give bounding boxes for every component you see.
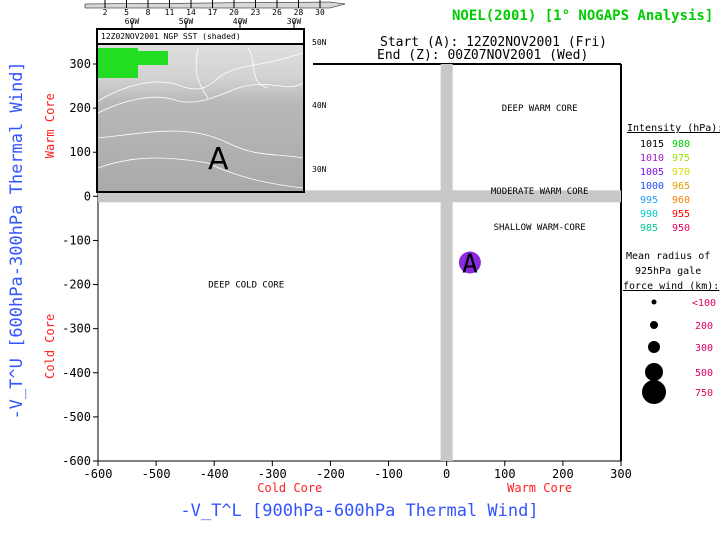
x-tick-label: -500 (142, 467, 171, 481)
intensity-legend-item: 1000 (640, 181, 665, 192)
y-tick-label: -300 (62, 322, 91, 336)
intensity-legend-item: 970 (672, 167, 691, 178)
radius-legend-dot (651, 299, 657, 305)
colorbar-tick-label: 28 (294, 8, 304, 17)
x-tick-label: 300 (610, 467, 632, 481)
colorbar-tick-label: 5 (124, 8, 129, 17)
radius-title-2: 925hPa gale (635, 266, 702, 277)
x-warm-core-label: Warm Core (507, 481, 572, 495)
intensity-legend-item: 980 (672, 139, 691, 150)
zero-band-vertical (440, 64, 453, 461)
colorbar-tick-label: 11 (165, 8, 175, 17)
colorbar-tick-label: 23 (251, 8, 261, 17)
y-tick-label: 200 (69, 101, 91, 115)
x-tick-label: -400 (200, 467, 229, 481)
x-cold-core-label: Cold Core (257, 481, 322, 495)
lat-label: 30N (312, 165, 327, 174)
intensity-legend-item: 1005 (640, 167, 665, 178)
land-mask (98, 48, 168, 78)
x-tick-label: 100 (494, 467, 516, 481)
radius-legend-label: 500 (695, 368, 713, 379)
intensity-legend-item: 985 (640, 223, 659, 234)
intensity-legend-item: 975 (672, 153, 691, 164)
radius-title-3: force wind (km): (623, 281, 720, 292)
colorbar-tick-label: 30 (315, 8, 325, 17)
region-label: DEEP WARM CORE (502, 104, 578, 114)
y-tick-label: -400 (62, 366, 91, 380)
intensity-legend-item: 1015 (640, 139, 665, 150)
phase-diagram: -600 -500 -400 -300 -200 -100 0 100 200 300 -600 -5… (0, 0, 720, 540)
y-axis-title: -V_T^U [600hPa-300hPa Thermal Wind] (7, 61, 27, 419)
region-label: SHALLOW WARM-CORE (494, 223, 586, 233)
radius-legend-dot (648, 341, 660, 353)
y-tick-label: -100 (62, 233, 91, 247)
chart-title: NOEL(2001) [1° NOGAPS Analysis] (452, 8, 714, 24)
lon-label: 60W (125, 17, 140, 26)
intensity-legend-item: 960 (672, 195, 691, 206)
x-tick-label: 0 (443, 467, 450, 481)
x-tick-label: -600 (84, 467, 113, 481)
lon-label: 40W (233, 17, 248, 26)
y-tick-label: 100 (69, 145, 91, 159)
radius-legend-dot (650, 321, 658, 329)
intensity-legend-item: 990 (640, 209, 659, 220)
intensity-legend-item: 965 (672, 181, 691, 192)
x-tick-label: -100 (374, 467, 403, 481)
lon-label: 50W (179, 17, 194, 26)
y-tick-label: -200 (62, 278, 91, 292)
inset-marker: A (208, 142, 229, 177)
x-tick-label: -200 (316, 467, 345, 481)
colorbar-tick-label: 26 (272, 8, 282, 17)
radius-legend-label: 200 (695, 321, 713, 332)
radius-legend-label: 750 (695, 388, 713, 399)
y-tick-label: 0 (84, 189, 91, 203)
lon-label: 30W (287, 17, 302, 26)
y-tick-label: -500 (62, 410, 91, 424)
radius-title-1: Mean radius of (626, 251, 711, 262)
region-label: DEEP COLD CORE (208, 281, 284, 291)
intensity-legend-item: 950 (672, 223, 691, 234)
colorbar-tick-label: 20 (229, 8, 239, 17)
colorbar-tick-label: 14 (186, 8, 196, 17)
y-tick-label: -600 (62, 454, 91, 468)
radius-legend-dot (642, 380, 666, 404)
colorbar-tick-label: 8 (146, 8, 151, 17)
region-label: MODERATE WARM CORE (491, 187, 589, 197)
lat-label: 50N (312, 38, 327, 47)
intensity-legend-item: 1010 (640, 153, 665, 164)
x-axis-title: -V_T^L [900hPa-600hPa Thermal Wind] (180, 501, 538, 521)
radius-legend-label: 300 (695, 343, 713, 354)
lat-label: 40N (312, 101, 327, 110)
colorbar-tick-label: 2 (103, 8, 108, 17)
radius-legend-dot (645, 363, 663, 381)
end-label: End (Z): 00Z07NOV2001 (Wed) (377, 48, 589, 63)
x-tick-label: 200 (552, 467, 574, 481)
y-cold-core-label: Cold Core (43, 314, 57, 379)
intensity-title: Intensity (hPa): (627, 123, 720, 134)
track-point-label: A (462, 250, 478, 280)
intensity-legend-item: 955 (672, 209, 691, 220)
y-tick-label: 300 (69, 57, 91, 71)
x-tick-label: -300 (258, 467, 287, 481)
sst-inset: 12Z02NOV2001 NGP SST (shaded) A (96, 28, 305, 193)
inset-map (98, 47, 303, 189)
radius-legend-label: <100 (692, 298, 716, 309)
intensity-legend-item: 995 (640, 195, 659, 206)
y-warm-core-label: Warm Core (43, 93, 57, 158)
colorbar-tick-label: 17 (208, 8, 218, 17)
